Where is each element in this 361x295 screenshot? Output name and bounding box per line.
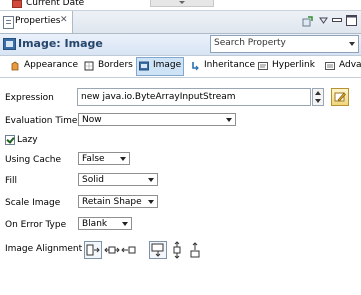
scale-image-label: Scale Image bbox=[5, 198, 61, 208]
evaluation-time-label: Evaluation Time bbox=[5, 116, 78, 126]
using-cache-select[interactable]: False bbox=[78, 152, 130, 165]
properties-tab[interactable]: Properties ✕ bbox=[0, 11, 73, 33]
tab-label: Inheritance bbox=[204, 60, 256, 70]
on-error-type-label: On Error Type bbox=[5, 220, 67, 230]
align-left-button[interactable] bbox=[84, 241, 102, 259]
search-property-combo[interactable]: Search Property bbox=[210, 35, 359, 53]
horizontal-scrollbar[interactable] bbox=[150, 0, 214, 7]
align-bottom-button[interactable] bbox=[186, 241, 204, 259]
lazy-label: Lazy bbox=[17, 135, 38, 145]
chevron-up-icon[interactable] bbox=[315, 91, 321, 95]
chevron-down-icon bbox=[120, 157, 126, 161]
using-cache-label: Using Cache bbox=[5, 155, 62, 165]
tab-label: Borders bbox=[98, 60, 133, 70]
align-middle-button[interactable] bbox=[168, 241, 186, 259]
scale-image-value: Retain Shape bbox=[82, 197, 142, 207]
chevron-down-icon bbox=[122, 222, 128, 226]
image-alignment-label: Image Alignment bbox=[5, 244, 83, 254]
hyperlink-icon bbox=[258, 62, 268, 70]
on-error-type-select[interactable]: Blank bbox=[78, 217, 132, 230]
fill-select[interactable]: Solid bbox=[78, 173, 158, 186]
image-element-icon bbox=[3, 38, 16, 50]
evaluation-time-select[interactable]: Now bbox=[78, 113, 236, 126]
chevron-down-icon[interactable] bbox=[349, 42, 355, 46]
page-title: Image: Image bbox=[18, 37, 103, 50]
expression-value: new java.io.ByteArrayInputStream bbox=[81, 92, 236, 102]
expression-builder-icon bbox=[334, 92, 346, 102]
properties-tab-label: Properties bbox=[15, 16, 61, 26]
using-cache-value: False bbox=[82, 154, 105, 164]
pin-icon[interactable] bbox=[302, 16, 313, 27]
borders-icon bbox=[84, 61, 94, 71]
appearance-icon bbox=[11, 61, 19, 71]
expression-builder-button[interactable] bbox=[331, 88, 349, 106]
close-icon[interactable]: ✕ bbox=[60, 15, 68, 25]
previous-view-strip: Current Date bbox=[0, 0, 361, 11]
inheritance-icon bbox=[192, 62, 199, 71]
tab-label: Adva bbox=[339, 60, 361, 70]
lazy-checkbox[interactable] bbox=[5, 135, 15, 145]
category-tab-bar: Appearance Borders Image Inheritance Hyp… bbox=[0, 57, 361, 78]
expression-input[interactable]: new java.io.ByteArrayInputStream bbox=[77, 88, 311, 106]
align-center-button[interactable] bbox=[103, 241, 121, 259]
tab-appearance[interactable]: Appearance bbox=[10, 57, 78, 76]
tab-label: Image bbox=[153, 60, 182, 70]
expression-spinner[interactable] bbox=[312, 88, 324, 106]
evaluation-time-value: Now bbox=[82, 115, 102, 125]
fill-label: Fill bbox=[5, 176, 18, 186]
view-tab-bar: Properties ✕ bbox=[0, 11, 361, 34]
fill-value: Solid bbox=[82, 175, 104, 185]
tab-label: Appearance bbox=[24, 60, 79, 70]
chevron-down-icon bbox=[148, 178, 154, 182]
expression-label: Expression bbox=[5, 93, 54, 103]
align-top-button[interactable] bbox=[149, 241, 167, 259]
align-right-button[interactable] bbox=[120, 241, 138, 259]
search-placeholder: Search Property bbox=[214, 38, 286, 48]
scale-image-select[interactable]: Retain Shape bbox=[78, 195, 158, 208]
properties-icon bbox=[3, 16, 14, 29]
view-menu-icon[interactable] bbox=[319, 17, 328, 25]
chevron-down-icon bbox=[226, 118, 232, 122]
minimize-icon[interactable] bbox=[332, 18, 342, 24]
image-icon bbox=[139, 61, 149, 71]
tab-label: Hyperlink bbox=[272, 60, 315, 70]
advanced-icon bbox=[325, 62, 335, 70]
tab-image[interactable]: Image bbox=[136, 57, 184, 76]
maximize-icon[interactable] bbox=[346, 15, 357, 26]
chevron-down-icon bbox=[148, 200, 154, 204]
tab-inheritance[interactable]: Inheritance bbox=[190, 57, 256, 76]
chevron-down-icon[interactable] bbox=[315, 99, 321, 103]
tab-borders[interactable]: Borders bbox=[84, 57, 134, 76]
calendar-icon bbox=[12, 0, 22, 8]
tab-advanced[interactable]: Adva bbox=[325, 57, 361, 76]
on-error-type-value: Blank bbox=[82, 219, 108, 229]
current-date-label: Current Date bbox=[26, 0, 85, 8]
tab-hyperlink[interactable]: Hyperlink bbox=[258, 57, 318, 76]
